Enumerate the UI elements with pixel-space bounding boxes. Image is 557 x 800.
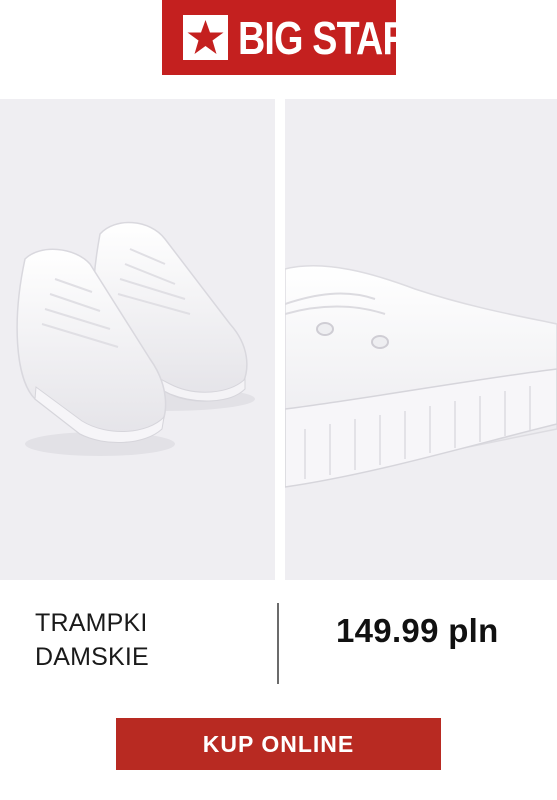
product-photo-closeup[interactable] <box>285 99 557 580</box>
product-photo-pair[interactable] <box>0 99 275 580</box>
sneakers-pair-image <box>16 221 255 456</box>
product-price: 149.99 pln <box>336 612 499 649</box>
buy-online-button[interactable]: KUP ONLINE <box>116 718 441 770</box>
divider <box>277 603 279 684</box>
sneaker-toe-closeup-image <box>285 265 557 488</box>
buy-online-label: KUP ONLINE <box>202 730 355 757</box>
product-name-line1: TRAMPKI <box>35 609 148 637</box>
brand-logo[interactable]: BIG STAR <box>162 0 410 75</box>
product-name: TRAMPKI DAMSKIE <box>35 606 255 674</box>
product-name-line2: DAMSKIE <box>35 643 149 671</box>
brand-name: BIG STAR <box>238 12 410 64</box>
star-icon <box>183 15 228 60</box>
